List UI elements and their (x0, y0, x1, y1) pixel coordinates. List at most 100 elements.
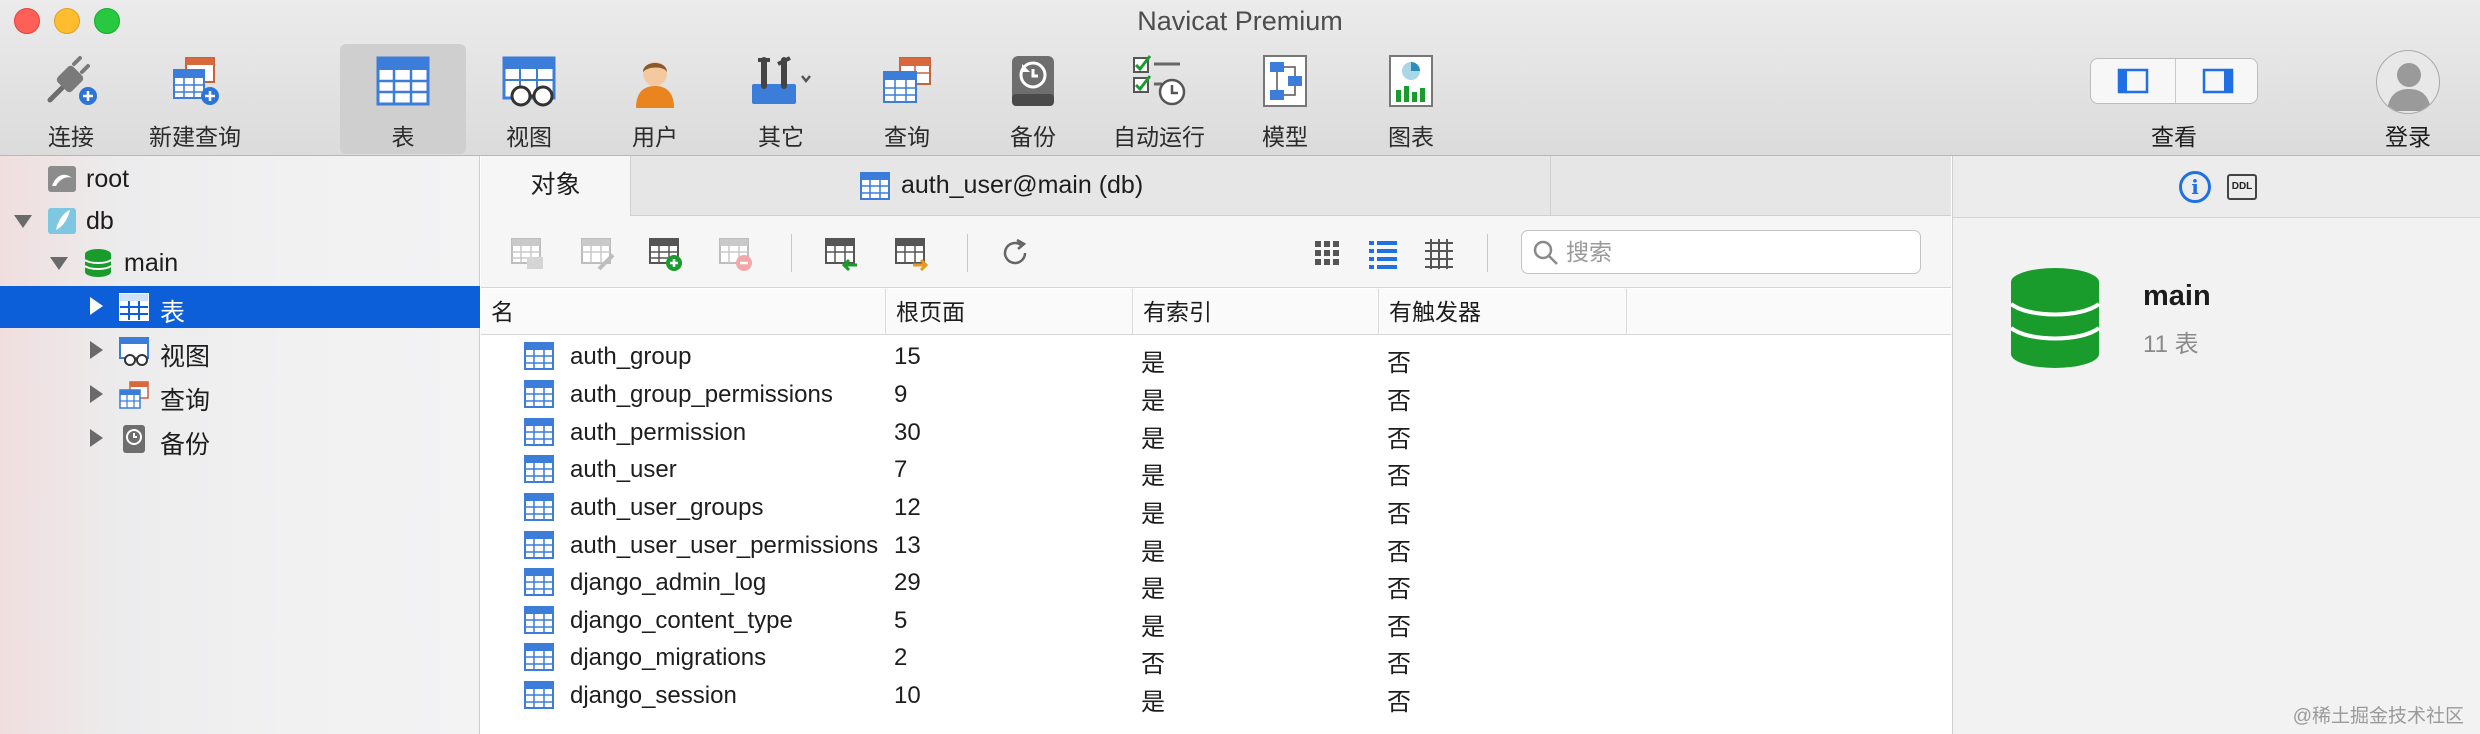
cell-root-page: 5 (894, 607, 908, 634)
table-row[interactable]: django_migrations 2 否 否 (481, 638, 1951, 678)
table-icon (524, 455, 554, 483)
toolbar-backup-label: 备份 (1010, 124, 1056, 150)
tree-item-db[interactable]: db (0, 200, 480, 242)
cell-has-trigger: 否 (1387, 463, 1411, 490)
disclosure-triangle-icon[interactable] (50, 257, 68, 270)
plug-icon (47, 56, 97, 105)
refresh-icon[interactable] (997, 235, 1033, 271)
cell-has-trigger: 否 (1387, 689, 1411, 716)
object-list: auth_group 15 是 否 auth_group_permissions… (481, 336, 1951, 734)
object-list-header: 名 根页面 有索引 有触发器 (481, 289, 1951, 335)
cell-has-trigger: 否 (1387, 350, 1411, 377)
database-icon (84, 249, 112, 277)
toolbar-connect-button[interactable]: 连接 (8, 44, 134, 154)
ddl-button[interactable]: DDL (2227, 174, 2257, 200)
cell-has-trigger: 否 (1387, 651, 1411, 678)
toolbar-table-button[interactable]: 表 (340, 44, 466, 154)
tree-item-label: 查询 (160, 387, 211, 415)
toolbar-separator (1487, 234, 1488, 272)
table-row[interactable]: django_content_type 5 是 否 (481, 601, 1951, 641)
window-toolbar: Navicat Premium 连接 新建查询 表 视图 用户 其它 查询 备份… (0, 0, 2480, 156)
table-row[interactable]: auth_permission 30 是 否 (481, 413, 1951, 453)
query-icon (119, 381, 149, 409)
cell-root-page: 30 (894, 419, 921, 446)
info-button[interactable]: i (2179, 171, 2211, 203)
tab-objects[interactable]: 对象 (481, 156, 631, 216)
toolbar-chart-label: 图表 (1388, 124, 1434, 150)
table-row[interactable]: auth_user 7 是 否 (481, 450, 1951, 490)
tree-item-queries[interactable]: 查询 (0, 374, 480, 416)
cell-has-trigger: 否 (1387, 576, 1411, 603)
column-header-has-index[interactable]: 有索引 (1133, 289, 1379, 335)
toolbar-query-button[interactable]: 查询 (844, 44, 970, 154)
disclosure-triangle-icon[interactable] (90, 341, 103, 359)
disclosure-triangle-icon[interactable] (90, 297, 103, 315)
cell-has-trigger: 否 (1387, 501, 1411, 528)
table-row[interactable]: auth_user_groups 12 是 否 (481, 488, 1951, 528)
cell-root-page: 15 (894, 343, 921, 370)
tree-item-label: main (124, 249, 179, 277)
table-icon (524, 342, 554, 370)
table-icon (524, 493, 554, 521)
delete-table-icon[interactable] (717, 235, 753, 271)
toggle-left-pane-button[interactable] (2091, 59, 2175, 103)
connection-tree: root db main 表 视图 查询 备份 (0, 156, 480, 734)
toolbar-other-button[interactable]: 其它 (718, 44, 844, 154)
disclosure-triangle-icon[interactable] (14, 215, 32, 228)
cell-has-index: 是 (1141, 689, 1165, 716)
watermark: @稀土掘金技术社区 (2292, 706, 2464, 727)
column-header-root-page[interactable]: 根页面 (886, 289, 1133, 335)
design-table-icon[interactable] (579, 235, 615, 271)
tab-auth-user[interactable]: auth_user@main (db) (631, 156, 1551, 216)
table-icon (119, 293, 149, 321)
toolbar-backup-button[interactable]: 备份 (970, 44, 1096, 154)
tree-item-views[interactable]: 视图 (0, 330, 480, 372)
search-icon (1533, 240, 1558, 265)
chart-icon (1389, 55, 1433, 107)
object-toolbar (481, 216, 1951, 288)
table-icon (860, 172, 890, 200)
disclosure-triangle-icon[interactable] (90, 429, 103, 447)
info-object-name: main (2143, 280, 2211, 312)
table-icon (524, 531, 554, 559)
toolbar-view-button[interactable]: 视图 (466, 44, 592, 154)
list-view-icon[interactable] (1365, 235, 1401, 271)
tree-item-root[interactable]: root (0, 158, 480, 200)
toolbar-new-query-button[interactable]: 新建查询 (132, 44, 258, 154)
column-header-name[interactable]: 名 (481, 289, 886, 335)
table-icon (524, 380, 554, 408)
new-table-icon[interactable] (647, 235, 683, 271)
tree-item-tables[interactable]: 表 (0, 286, 480, 328)
mysql-connection-icon (48, 166, 76, 192)
column-header-has-trigger[interactable]: 有触发器 (1379, 289, 1627, 335)
toolbar-user-button[interactable]: 用户 (592, 44, 718, 154)
detail-view-icon[interactable] (1421, 235, 1457, 271)
table-icon (524, 418, 554, 446)
tree-item-backups[interactable]: 备份 (0, 418, 480, 460)
toolbar-model-button[interactable]: 模型 (1222, 44, 1348, 154)
cell-name: auth_permission (570, 419, 747, 446)
table-row[interactable]: auth_user_user_permissions 13 是 否 (481, 526, 1951, 566)
search-input[interactable] (1566, 237, 1906, 267)
table-row[interactable]: django_session 10 是 否 (481, 676, 1951, 716)
icon-view-icon[interactable] (1309, 235, 1345, 271)
tree-item-label: root (86, 165, 130, 193)
toolbar-chart-button[interactable]: 图表 (1348, 44, 1474, 154)
table-row[interactable]: auth_group_permissions 9 是 否 (481, 375, 1951, 415)
table-icon (376, 56, 430, 106)
open-table-icon[interactable] (509, 235, 545, 271)
export-wizard-icon[interactable] (893, 235, 929, 271)
info-panel-header: i DDL (1953, 156, 2480, 218)
tree-item-main[interactable]: main (0, 242, 480, 284)
login-button[interactable] (2376, 50, 2440, 114)
cell-root-page: 29 (894, 569, 921, 596)
disclosure-triangle-icon[interactable] (90, 385, 103, 403)
toggle-right-pane-button[interactable] (2175, 59, 2259, 103)
toolbar-automation-button[interactable]: 自动运行 (1096, 44, 1222, 154)
view-icon (502, 56, 556, 107)
view-toggle (2090, 58, 2258, 104)
import-wizard-icon[interactable] (823, 235, 859, 271)
table-row[interactable]: django_admin_log 29 是 否 (481, 563, 1951, 603)
table-row[interactable]: auth_group 15 是 否 (481, 337, 1951, 377)
checklist-icon (1133, 55, 1186, 106)
